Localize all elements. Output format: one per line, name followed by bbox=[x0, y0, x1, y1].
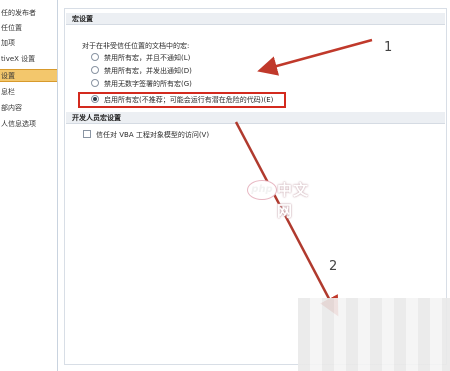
watermark: php 中文网 bbox=[247, 177, 317, 220]
checkbox[interactable] bbox=[83, 130, 91, 138]
sidebar-item-label: 部内容 bbox=[1, 104, 22, 112]
sidebar-item-label: 任位置 bbox=[1, 24, 22, 32]
sidebar-item-label: 设置 bbox=[1, 72, 15, 80]
sidebar-item-trusted-publishers[interactable]: 任的发布者 bbox=[0, 7, 57, 20]
annotation-label-2: 2 bbox=[329, 259, 338, 274]
radio-disable-unsigned[interactable]: 禁用无数字签署的所有宏(G) bbox=[91, 78, 192, 90]
radio-disable-all-no-notify[interactable]: 禁用所有宏，并且不通知(L) bbox=[91, 52, 190, 64]
sidebar-item-label: 人信息选项 bbox=[1, 120, 36, 128]
radio-button[interactable] bbox=[91, 79, 99, 87]
sidebar: 任的发布者 任位置 加项 tiveX 设置 设置 息栏 部内容 人信息选项 bbox=[0, 0, 58, 371]
sidebar-item-privacy-options[interactable]: 人信息选项 bbox=[0, 118, 57, 131]
annotation-label-1: 1 bbox=[384, 40, 393, 55]
sidebar-item-add-ins[interactable]: 加项 bbox=[0, 37, 57, 50]
radio-label: 禁用所有宏，并发出通知(D) bbox=[104, 67, 192, 75]
sidebar-item-activex-settings[interactable]: tiveX 设置 bbox=[0, 53, 57, 66]
sidebar-item-label: 息栏 bbox=[1, 88, 15, 96]
radio-button[interactable] bbox=[91, 53, 99, 61]
sidebar-item-trusted-locations[interactable]: 任位置 bbox=[0, 22, 57, 35]
php-logo: php bbox=[247, 180, 277, 200]
blurred-area bbox=[298, 298, 450, 371]
sidebar-item-label: tiveX 设置 bbox=[1, 55, 36, 63]
radio-label: 禁用所有宏，并且不通知(L) bbox=[104, 54, 191, 62]
checkbox-trust-vba-access[interactable]: 信任对 VBA 工程对象模型的访问(V) bbox=[83, 129, 209, 141]
macro-settings-description: 对于在非受信任位置的文档中的宏: bbox=[82, 42, 190, 50]
watermark-text: 中文网 bbox=[277, 181, 310, 220]
developer-settings-header: 开发人员宏设置 bbox=[66, 112, 445, 124]
sidebar-item-macro-settings[interactable]: 设置 bbox=[0, 69, 57, 82]
sidebar-item-external-content[interactable]: 部内容 bbox=[0, 102, 57, 115]
radio-disable-all-notify[interactable]: 禁用所有宏，并发出通知(D) bbox=[91, 65, 192, 77]
radio-label: 禁用无数字签署的所有宏(G) bbox=[104, 80, 192, 88]
checkbox-label: 信任对 VBA 工程对象模型的访问(V) bbox=[96, 131, 210, 139]
sidebar-item-label: 加项 bbox=[1, 39, 15, 47]
highlight-box bbox=[78, 92, 286, 108]
macro-settings-header: 宏设置 bbox=[66, 13, 445, 25]
radio-button[interactable] bbox=[91, 66, 99, 74]
sidebar-item-label: 任的发布者 bbox=[1, 9, 36, 17]
sidebar-item-message-bar[interactable]: 息栏 bbox=[0, 86, 57, 99]
